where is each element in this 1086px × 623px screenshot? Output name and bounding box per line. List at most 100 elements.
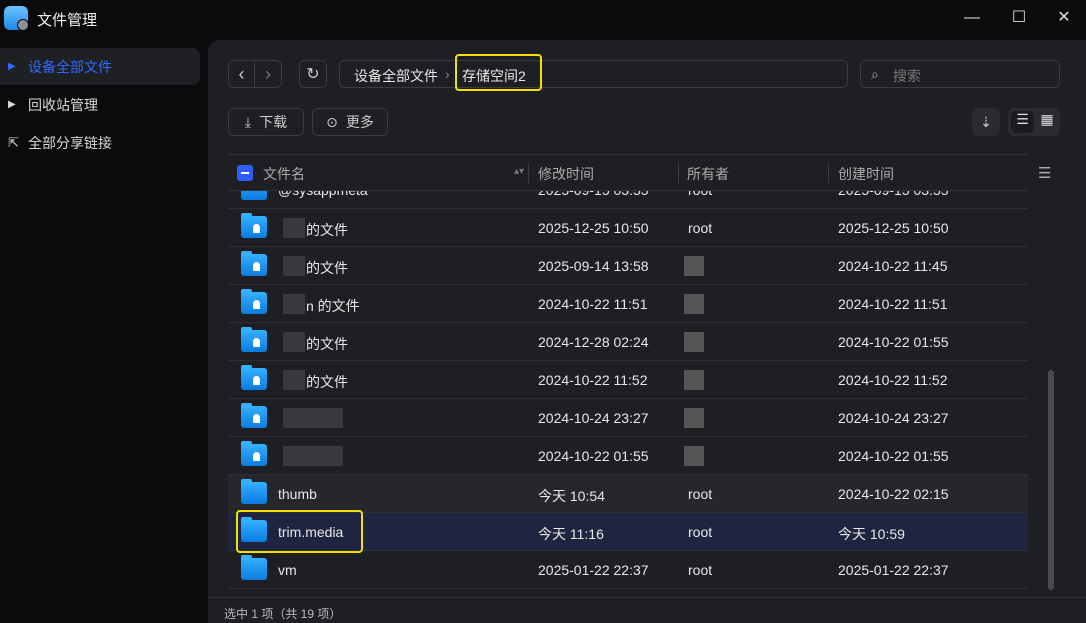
modified-time: 2024-10-22 11:52 xyxy=(538,372,648,388)
user-folder-icon xyxy=(241,213,267,238)
folder-icon xyxy=(241,555,267,580)
redacted-block xyxy=(283,446,343,466)
modified-time: 2025-09-15 03:55 xyxy=(538,191,649,198)
created-time: 2024-10-22 11:45 xyxy=(838,258,948,274)
sidebar-item-all-files[interactable]: ▶ 设备全部文件 xyxy=(0,48,200,85)
table-row[interactable]: 2024-10-22 01:55 2024-10-22 01:55 xyxy=(228,437,1028,475)
sidebar-item-label: 设备全部文件 xyxy=(28,58,112,75)
sidebar-item-recycle-bin[interactable]: ▶ 回收站管理 xyxy=(0,86,200,123)
breadcrumb-separator: › xyxy=(445,66,450,82)
file-name: @sysappmeta xyxy=(278,191,368,198)
grid-view-icon[interactable]: ▦ xyxy=(1036,111,1058,133)
table-row[interactable]: 的文件 2025-09-14 13:58 2024-10-22 11:45 xyxy=(228,247,1028,285)
column-modified[interactable]: 修改时间 xyxy=(538,164,594,184)
table-row[interactable]: vm 2025-01-22 22:37 root 2025-01-22 22:3… xyxy=(228,551,1028,589)
redacted-block xyxy=(283,370,305,390)
sort-button[interactable]: ⇣ xyxy=(972,108,1000,136)
created-time: 2025-09-15 03:55 xyxy=(838,191,949,198)
refresh-button[interactable]: ↻ xyxy=(299,60,327,88)
file-name: 的文件 xyxy=(306,336,348,352)
redacted-block xyxy=(283,218,305,238)
created-time: 今天 10:59 xyxy=(838,526,905,542)
folder-icon xyxy=(241,191,267,200)
column-divider[interactable] xyxy=(828,163,829,183)
table-row[interactable]: 的文件 2024-12-28 02:24 2024-10-22 01:55 xyxy=(228,323,1028,361)
redacted-block xyxy=(684,294,704,314)
highlight-box xyxy=(236,510,363,553)
modified-time: 2025-12-25 10:50 xyxy=(538,220,649,236)
share-icon: ⇱ xyxy=(8,134,19,150)
sidebar-item-label: 回收站管理 xyxy=(28,96,98,113)
sidebar-item-label: 全部分享链接 xyxy=(28,134,112,151)
redacted-block xyxy=(684,408,704,428)
owner: root xyxy=(688,486,713,502)
redacted-block xyxy=(684,370,704,390)
sort-icon: ⇣ xyxy=(980,113,992,130)
table-row[interactable]: thumb 今天 10:54 root 2024-10-22 02:15 xyxy=(228,475,1028,513)
user-folder-icon xyxy=(241,327,267,352)
more-button[interactable]: ⊙ 更多 xyxy=(312,108,388,136)
caret-right-icon: ▶ xyxy=(8,99,16,110)
file-name: n 的文件 xyxy=(306,298,360,314)
view-toggle: ☰ ▦ xyxy=(1008,108,1060,136)
owner: root xyxy=(688,191,712,198)
column-divider[interactable] xyxy=(678,163,679,183)
redacted-block xyxy=(283,294,305,314)
modified-time: 今天 11:16 xyxy=(538,526,604,542)
user-folder-icon xyxy=(241,441,267,466)
column-owner[interactable]: 所有者 xyxy=(687,164,729,184)
search-input[interactable]: ⌕ 搜索 xyxy=(860,60,1060,88)
search-placeholder: 搜索 xyxy=(893,68,921,84)
table-row[interactable]: @sysappmeta 2025-09-15 03:55 root 2025-0… xyxy=(228,191,1028,209)
redacted-block xyxy=(283,408,343,428)
close-button[interactable]: ✕ xyxy=(1054,8,1074,28)
status-bar: 选中 1 项（共 19 项） xyxy=(208,597,1086,623)
table-row[interactable]: 2024-10-24 23:27 2024-10-24 23:27 xyxy=(228,399,1028,437)
sort-arrows-icon[interactable]: ▴▾ xyxy=(514,166,524,177)
created-time: 2024-10-22 11:51 xyxy=(838,296,948,312)
highlight-box xyxy=(455,54,542,91)
table-header: 文件名 ▴▾ 修改时间 所有者 创建时间 xyxy=(228,154,1028,191)
created-time: 2024-10-22 01:55 xyxy=(838,334,949,350)
modified-time: 2024-12-28 02:24 xyxy=(538,334,649,350)
created-time: 2024-10-22 02:15 xyxy=(838,486,949,502)
table-row[interactable]: 的文件 2024-10-22 11:52 2024-10-22 11:52 xyxy=(228,361,1028,399)
owner: root xyxy=(688,562,713,578)
user-folder-icon xyxy=(241,251,267,276)
breadcrumb-item[interactable]: 设备全部文件 xyxy=(354,66,438,86)
modified-time: 2024-10-22 11:51 xyxy=(538,296,648,312)
modified-time: 2025-01-22 22:37 xyxy=(538,562,649,578)
created-time: 2025-12-25 10:50 xyxy=(838,220,949,236)
modified-time: 2025-09-14 13:58 xyxy=(538,258,649,274)
maximize-button[interactable]: ☐ xyxy=(1009,8,1029,28)
select-all-checkbox[interactable] xyxy=(237,165,253,181)
created-time: 2024-10-22 11:52 xyxy=(838,372,948,388)
column-divider[interactable] xyxy=(528,163,529,183)
column-created[interactable]: 创建时间 xyxy=(838,164,894,184)
table-row[interactable]: n 的文件 2024-10-22 11:51 2024-10-22 11:51 xyxy=(228,285,1028,323)
created-time: 2025-01-22 22:37 xyxy=(838,562,949,578)
download-label: 下载 xyxy=(259,114,288,130)
scrollbar[interactable] xyxy=(1048,370,1054,590)
app-icon xyxy=(4,6,29,31)
modified-time: 今天 10:54 xyxy=(538,488,605,504)
sidebar-item-share-links[interactable]: ⇱ 全部分享链接 xyxy=(0,124,200,161)
minimize-button[interactable]: — xyxy=(962,8,982,28)
list-view-icon[interactable]: ☰ xyxy=(1011,111,1034,133)
back-button[interactable]: ‹ xyxy=(228,60,255,88)
modified-time: 2024-10-22 01:55 xyxy=(538,448,649,464)
file-name: 的文件 xyxy=(306,260,348,276)
download-button[interactable]: ⤓ 下载 xyxy=(228,108,304,136)
breadcrumb: 设备全部文件 › 存储空间2 xyxy=(339,60,848,88)
forward-button[interactable]: › xyxy=(254,60,282,88)
file-name: thumb xyxy=(278,486,317,502)
redacted-block xyxy=(283,332,305,352)
created-time: 2024-10-22 01:55 xyxy=(838,448,949,464)
column-settings-icon[interactable]: ☰ xyxy=(1038,164,1051,182)
file-table: 文件名 ▴▾ 修改时间 所有者 创建时间 @sysappmeta 2025-09… xyxy=(228,154,1028,589)
table-row[interactable]: 的文件 2025-12-25 10:50 root 2025-12-25 10:… xyxy=(228,209,1028,247)
user-folder-icon xyxy=(241,289,267,314)
app-title: 文件管理 xyxy=(37,12,98,29)
file-name: 的文件 xyxy=(306,374,348,390)
column-name[interactable]: 文件名 xyxy=(263,164,305,184)
